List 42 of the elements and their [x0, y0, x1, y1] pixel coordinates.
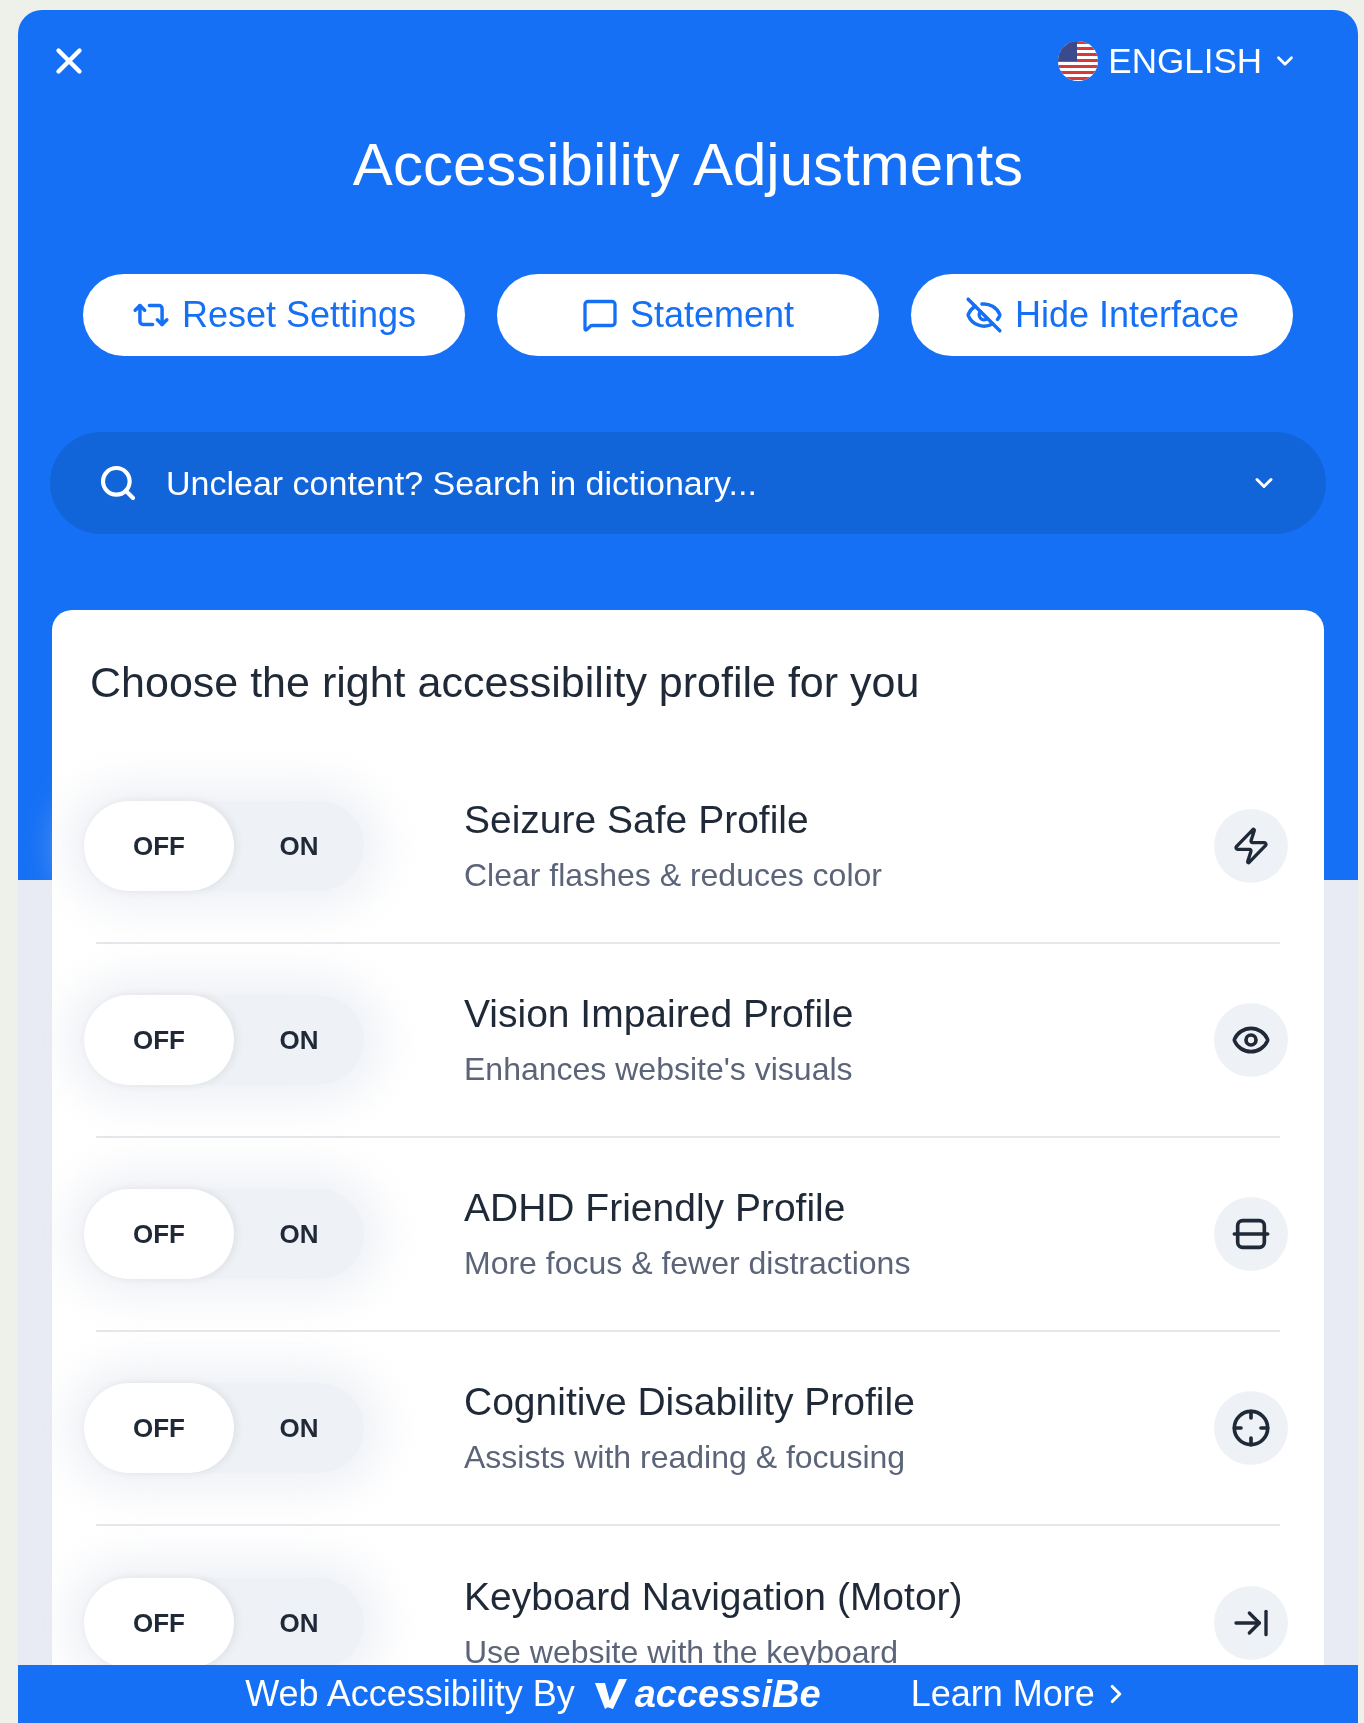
on-label: ON [278, 1023, 320, 1057]
search-icon [98, 463, 138, 503]
profile-description: Use website with the keyboard [464, 1633, 899, 1672]
eye-off-icon [964, 296, 1003, 334]
off-label: OFF [84, 995, 234, 1085]
logo-icon [592, 1677, 629, 1711]
profile-title: Keyboard Navigation (Motor) [464, 1574, 964, 1620]
header-button[interactable]: Reset Settings [83, 274, 465, 356]
panel-title: Accessibility Adjustments [351, 130, 1025, 200]
header-button[interactable]: Hide Interface [911, 274, 1293, 356]
profile-description: More focus & fewer distractions [464, 1244, 912, 1283]
profile-title: Cognitive Disability Profile [464, 1379, 916, 1425]
card-heading: Choose the right accessibility profile for you [89, 657, 921, 708]
lightning-icon [1231, 826, 1271, 866]
on-off-switch[interactable]: OFF ON [84, 1383, 364, 1473]
on-off-switch[interactable]: OFF ON [84, 995, 364, 1085]
language-selector[interactable]: ENGLISH [1058, 34, 1298, 88]
profile-title: Seizure Safe Profile [464, 797, 810, 843]
dictionary-search-field[interactable]: Unclear content? Search in dictionary... [166, 457, 1222, 509]
profile-description: Assists with reading & focusing [464, 1438, 907, 1477]
on-off-switch[interactable]: OFF ON [84, 1189, 364, 1279]
on-label: ON [278, 1217, 320, 1251]
off-label: OFF [84, 801, 234, 891]
learn-more-link[interactable]: Learn More [910, 1667, 1131, 1721]
on-label: ON [278, 1411, 320, 1445]
credit-text: Web Accessibility By [245, 1672, 575, 1716]
target-icon [1231, 1408, 1271, 1448]
profile-title: Vision Impaired Profile [464, 991, 855, 1037]
on-label: ON [278, 829, 320, 863]
profile-description: Clear flashes & reduces color [464, 856, 883, 895]
on-off-switch[interactable]: OFF ON [84, 801, 364, 891]
on-label: ON [278, 1606, 320, 1640]
header-button[interactable]: Statement [497, 274, 879, 356]
search-bar[interactable]: Unclear content? Search in dictionary... [50, 432, 1326, 534]
brand-name: accessiBe [634, 1671, 821, 1717]
speech-bubble-icon [581, 297, 618, 333]
off-label: OFF [84, 1383, 234, 1473]
on-off-switch[interactable]: OFF ON [84, 1578, 364, 1668]
off-label: OFF [84, 1578, 234, 1668]
profile-title: ADHD Friendly Profile [464, 1185, 847, 1231]
profile-description: Enhances website's visuals [464, 1050, 854, 1089]
off-label: OFF [84, 1189, 234, 1279]
